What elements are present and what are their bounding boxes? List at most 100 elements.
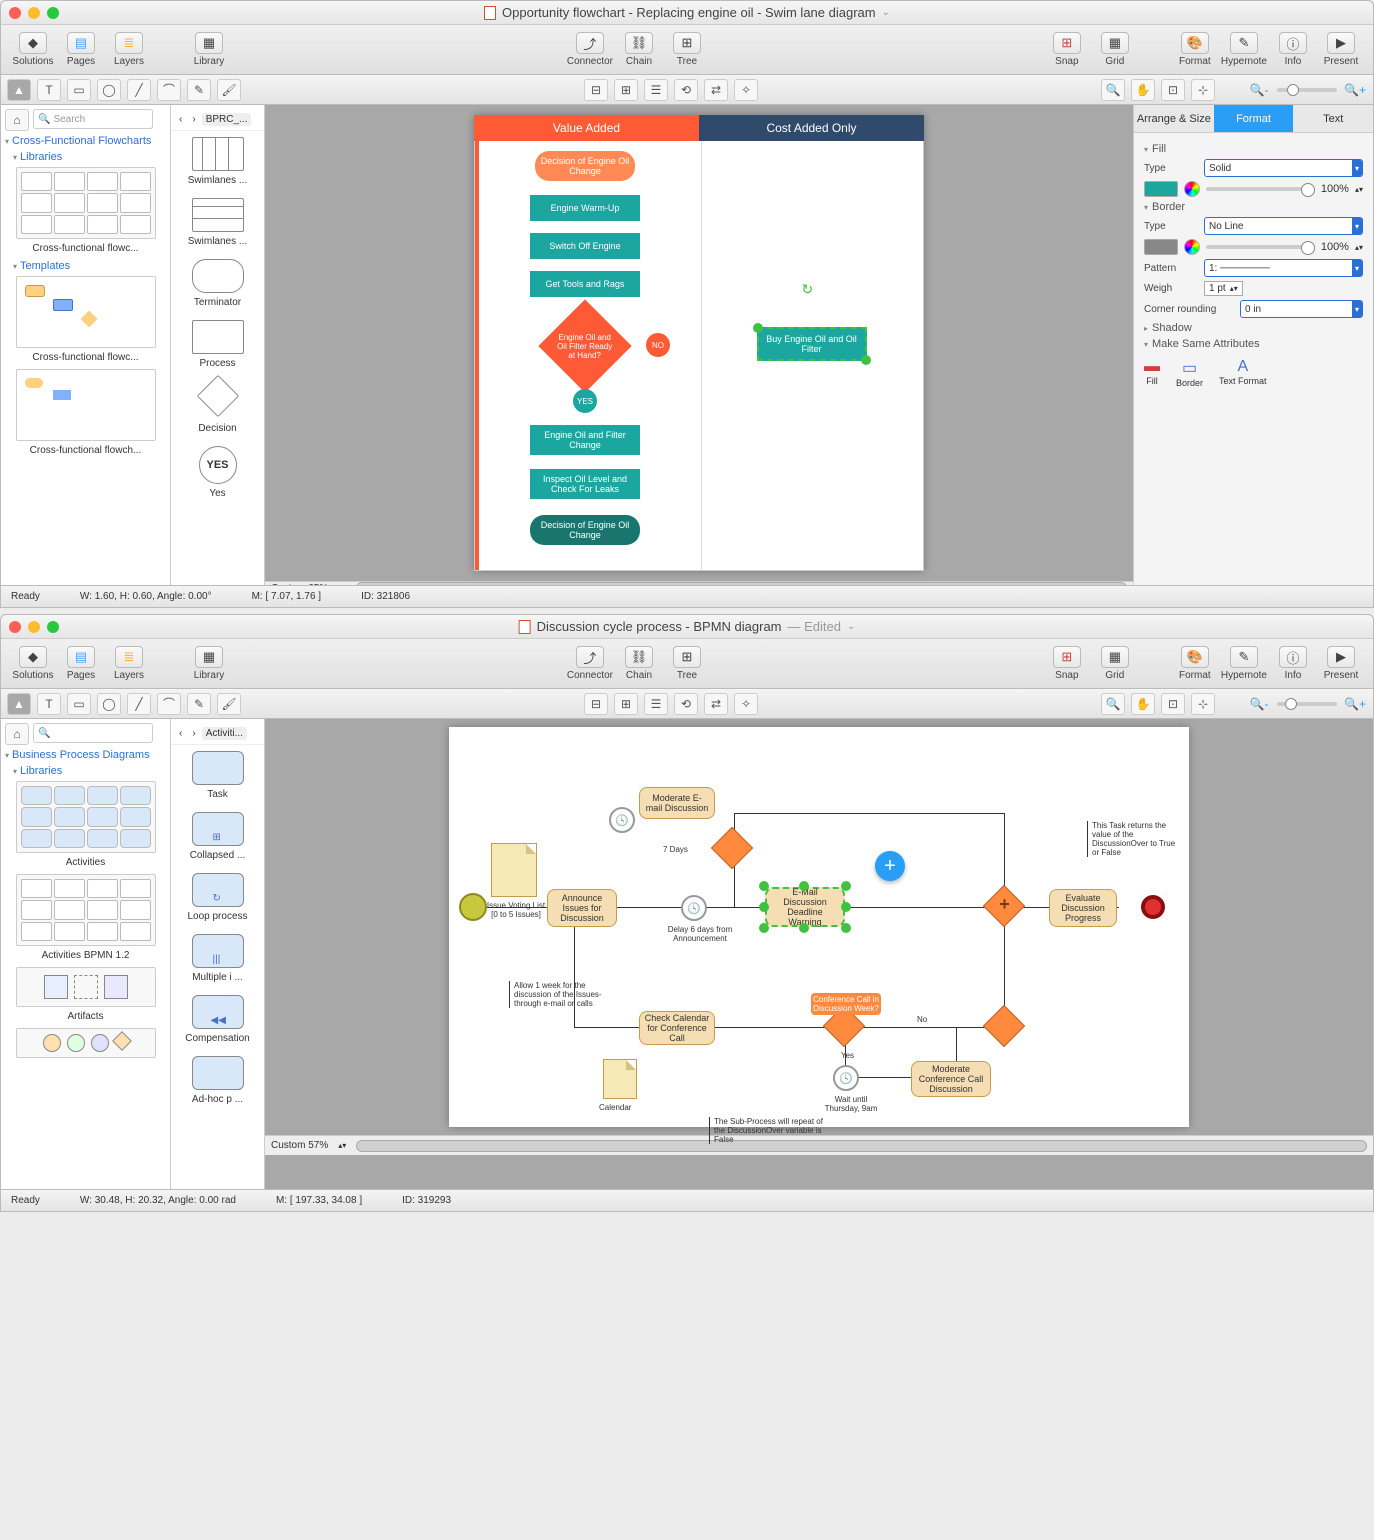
search-input[interactable]: 🔍Search (33, 109, 153, 129)
section-shadow[interactable]: Shadow (1144, 322, 1363, 334)
rect-tool[interactable]: ▭ (67, 693, 91, 715)
data-object-voting[interactable] (491, 843, 537, 897)
align-tool[interactable]: ⊟ (584, 693, 608, 715)
library-button[interactable]: ▦Library (187, 32, 231, 67)
node-change[interactable]: Engine Oil and Filter Change (530, 425, 640, 455)
libraries-heading[interactable]: Libraries (13, 151, 166, 163)
connector-button[interactable]: ⤴Connector (567, 32, 613, 67)
search-input[interactable]: 🔍 (33, 723, 153, 743)
text-tool[interactable]: T (37, 79, 61, 101)
node-no[interactable]: NO (646, 333, 670, 357)
magic-tool[interactable]: ✧ (734, 693, 758, 715)
ellipse-tool[interactable]: ◯ (97, 693, 121, 715)
task-deadline-selected[interactable]: E-Mail Discussion Deadline Warning (765, 887, 845, 927)
lane-header-cost[interactable]: Cost Added Only (699, 115, 924, 141)
canvas-area[interactable]: Value Added Cost Added Only Decision of … (265, 105, 1133, 585)
page[interactable]: Value Added Cost Added Only Decision of … (474, 115, 924, 571)
forward-icon[interactable]: › (188, 727, 199, 740)
present-button[interactable]: ▶Present (1319, 32, 1363, 67)
section-cross-functional[interactable]: Cross-Functional Flowcharts (5, 135, 166, 147)
tree-button[interactable]: ⊞Tree (665, 646, 709, 681)
pattern-select[interactable]: 1: ─────── (1204, 259, 1363, 277)
hscrollbar[interactable] (356, 1140, 1367, 1152)
chevron-down-icon[interactable]: ⌄ (847, 621, 855, 632)
same-text-button[interactable]: AText Format (1219, 358, 1267, 388)
hand-tool[interactable]: ✋ (1131, 79, 1155, 101)
template-thumb-2[interactable] (16, 369, 156, 441)
section-border[interactable]: Border (1144, 201, 1363, 213)
gateway-1[interactable] (711, 827, 753, 869)
annotation-2[interactable]: The Sub-Process will repeat of the Discu… (709, 1117, 829, 1144)
shape-terminator[interactable]: Terminator (183, 259, 253, 308)
tab-format[interactable]: Format (1214, 105, 1294, 133)
breadcrumb-label[interactable]: BPRC_... (202, 113, 252, 126)
opacity-slider[interactable] (1206, 187, 1315, 191)
forward-icon[interactable]: › (188, 113, 199, 126)
pen-tool[interactable]: ✎ (187, 79, 211, 101)
group-tool[interactable]: ⊞ (614, 79, 638, 101)
border-type-select[interactable]: No Line (1204, 217, 1363, 235)
rect-tool[interactable]: ▭ (67, 79, 91, 101)
crop-tool[interactable]: ⊡ (1161, 79, 1185, 101)
arc-tool[interactable]: ⌒ (157, 79, 181, 101)
shape-yes[interactable]: YESYes (183, 446, 253, 499)
group-tool[interactable]: ⊞ (614, 693, 638, 715)
zoom-in[interactable]: 🔍+ (1343, 693, 1367, 715)
shape-adhoc[interactable]: Ad-hoc p ... (183, 1056, 253, 1105)
opacity-value[interactable]: 100% (1321, 183, 1349, 195)
data-object-calendar[interactable] (603, 1059, 637, 1099)
back-icon[interactable]: ‹ (175, 727, 186, 740)
text-tool[interactable]: T (37, 693, 61, 715)
page[interactable]: Issue Voting List [0 to 5 Issues] Announ… (449, 727, 1189, 1127)
annotation-1[interactable]: Allow 1 week for the discussion of the I… (509, 981, 609, 1008)
libraries-heading[interactable]: Libraries (13, 765, 166, 777)
shape-swimlanes-v[interactable]: Swimlanes ... (183, 198, 253, 247)
lib-more[interactable] (16, 1028, 156, 1058)
zoom-out[interactable]: 🔍- (1247, 693, 1271, 715)
mirror-tool[interactable]: ⇄ (704, 693, 728, 715)
format-button[interactable]: 🎨Format (1173, 646, 1217, 681)
shape-process[interactable]: Process (183, 320, 253, 369)
guide-tool[interactable]: ⊹ (1191, 693, 1215, 715)
zoom-icon[interactable] (47, 621, 59, 633)
order-tool[interactable]: ☰ (644, 693, 668, 715)
section-bpd[interactable]: Business Process Diagrams (5, 749, 166, 761)
shape-compensation[interactable]: ◀◀Compensation (183, 995, 253, 1044)
chevron-down-icon[interactable]: ⌄ (882, 7, 890, 18)
shape-decision[interactable]: Decision (183, 381, 253, 434)
task-evaluate[interactable]: Evaluate Discussion Progress (1049, 889, 1117, 927)
tree-button[interactable]: ⊞Tree (665, 32, 709, 67)
pen-tool[interactable]: ✎ (187, 693, 211, 715)
rotate-tool[interactable]: ⟲ (674, 79, 698, 101)
same-fill-button[interactable]: ▬Fill (1144, 358, 1160, 388)
event-timer-2[interactable]: 🕓 (681, 895, 707, 921)
panel-home-icon[interactable]: ⌂ (5, 109, 29, 131)
close-icon[interactable] (9, 621, 21, 633)
snap-button[interactable]: ⊞Snap (1045, 646, 1089, 681)
shape-loop[interactable]: ↻Loop process (183, 873, 253, 922)
shapes-breadcrumb[interactable]: ‹ › BPRC_... (171, 109, 264, 131)
breadcrumb-label[interactable]: Activiti... (202, 727, 247, 740)
fill-color[interactable] (1144, 181, 1178, 197)
lane-header-value[interactable]: Value Added (474, 115, 699, 141)
same-border-button[interactable]: ▭Border (1176, 358, 1203, 388)
hand-tool[interactable]: ✋ (1131, 693, 1155, 715)
close-icon[interactable] (9, 7, 21, 19)
connector-button[interactable]: ⤴Connector (567, 646, 613, 681)
rotate-handle-icon[interactable]: ↻ (802, 281, 814, 298)
node-start[interactable]: Decision of Engine Oil Change (535, 151, 635, 181)
zoom-slider[interactable] (1277, 702, 1337, 706)
shape-collapsed[interactable]: ⊞Collapsed ... (183, 812, 253, 861)
back-icon[interactable]: ‹ (175, 113, 186, 126)
border-opacity-slider[interactable] (1206, 245, 1315, 249)
ellipse-tool[interactable]: ◯ (97, 79, 121, 101)
pointer-tool[interactable]: ▲ (7, 79, 31, 101)
rotate-tool[interactable]: ⟲ (674, 693, 698, 715)
node-warmup[interactable]: Engine Warm-Up (530, 195, 640, 221)
panel-home-icon[interactable]: ⌂ (5, 723, 29, 745)
zoom-stepper-icon[interactable]: ▴▾ (338, 584, 346, 586)
pages-button[interactable]: ▤Pages (59, 646, 103, 681)
present-button[interactable]: ▶Present (1319, 646, 1363, 681)
node-decision[interactable]: Engine Oil and Oil Filter Ready at Hand? (538, 299, 631, 392)
template-thumb-1[interactable] (16, 276, 156, 348)
